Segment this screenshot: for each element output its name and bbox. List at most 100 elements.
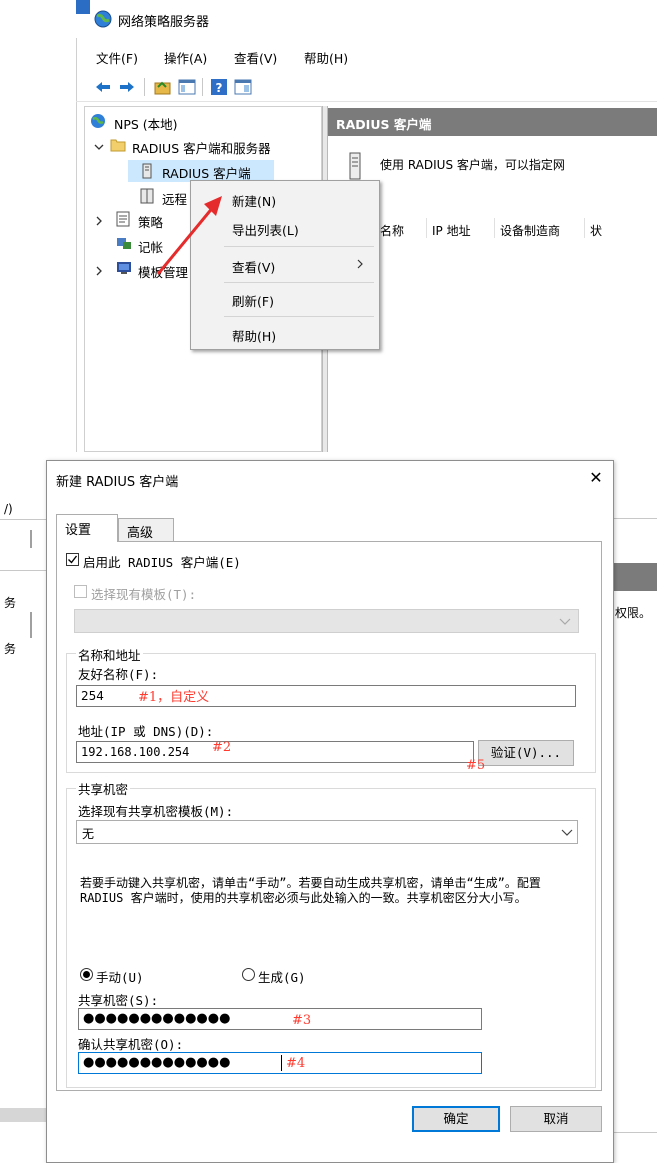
secret-template-label: 选择现有共享机密模板(M): (78, 804, 234, 819)
annotation-5: #5 (466, 758, 486, 773)
address-input[interactable]: 192.168.100.254 (76, 741, 474, 763)
ok-button-label: 确定 (443, 1111, 469, 1126)
use-template-label: 选择现有模板(T): (91, 587, 197, 602)
friendly-name-label: 友好名称(F): (78, 667, 159, 682)
shared-secret-value: ●●●●●●●●●●●●● (83, 1011, 231, 1026)
secret-template-value: 无 (82, 827, 95, 841)
chevron-right-icon[interactable] (94, 266, 104, 276)
folder-icon (110, 138, 126, 152)
help-icon[interactable]: ? (210, 78, 228, 96)
column-header-status[interactable]: 状 (590, 222, 602, 239)
forward-arrow-icon[interactable] (118, 78, 136, 96)
tab-advanced-label: 高级 (127, 526, 154, 541)
ok-button[interactable]: 确定 (412, 1106, 500, 1132)
cancel-button-label: 取消 (543, 1111, 569, 1126)
use-template-checkbox[interactable] (74, 585, 87, 598)
template-select[interactable] (74, 609, 579, 633)
toolbar-separator (202, 78, 203, 96)
tab-advanced[interactable]: 高级 (118, 518, 174, 541)
bg-fragment: 务 (4, 642, 17, 656)
toolbar-separator (144, 78, 145, 96)
annotation-1: #1，自定义 (138, 690, 210, 705)
bg-line (614, 518, 657, 519)
bg-statusbar (0, 1108, 46, 1122)
context-separator (224, 282, 374, 283)
annotation-arrow-icon (150, 190, 230, 280)
generate-radio[interactable] (242, 968, 255, 981)
bg-line (30, 612, 32, 638)
detail-header: RADIUS 客户端 (328, 108, 657, 136)
detail-description: 使用 RADIUS 客户端，可以指定网 (380, 158, 565, 172)
client-device-icon (140, 163, 154, 179)
generate-radio-label: 生成(G) (258, 970, 306, 985)
radio-selected-dot (83, 971, 90, 978)
bg-fragment: /) (4, 502, 13, 516)
menu-view[interactable]: 查看(V) (234, 48, 277, 67)
secret-template-select[interactable]: 无 (76, 820, 578, 844)
menu-action[interactable]: 操作(A) (164, 48, 207, 67)
tree-item-radius-group[interactable]: RADIUS 客户端和服务器 (132, 138, 271, 157)
submenu-arrow-icon (356, 258, 364, 270)
app-corner-icon (76, 0, 90, 14)
desktop-strip (0, 0, 76, 452)
verify-button[interactable]: 验证(V)... (478, 740, 574, 766)
cancel-button[interactable]: 取消 (510, 1106, 602, 1132)
chevron-right-icon[interactable] (94, 216, 104, 226)
context-item-export[interactable]: 导出列表(L) (232, 220, 299, 239)
name-address-group-label: 名称和地址 (76, 645, 143, 664)
client-device-large-icon (348, 152, 362, 180)
column-header-ip[interactable]: IP 地址 (432, 222, 471, 239)
bg-line (614, 1132, 657, 1133)
column-header-vendor[interactable]: 设备制造商 (500, 222, 560, 239)
column-divider (584, 218, 585, 238)
manual-radio-label: 手动(U) (96, 970, 144, 985)
column-header-name[interactable]: 名称 (380, 222, 404, 239)
nps-globe-icon (94, 10, 112, 28)
policy-icon (116, 211, 130, 227)
bg-header-bar (614, 563, 657, 591)
shared-secret-input[interactable]: ●●●●●●●●●●●●● (78, 1008, 482, 1030)
enable-client-checkbox[interactable] (66, 553, 79, 566)
confirm-secret-value: ●●●●●●●●●●●●● (83, 1055, 231, 1070)
chevron-down-icon[interactable] (94, 142, 104, 152)
tab-settings[interactable]: 设置 (56, 514, 118, 542)
shared-secret-group-label: 共享机密 (76, 779, 131, 798)
properties-pane-icon[interactable] (234, 78, 252, 96)
accounting-icon (116, 236, 132, 250)
close-icon[interactable]: ✕ (584, 466, 608, 490)
bg-fragment: 务 (4, 596, 17, 610)
context-separator (224, 246, 374, 247)
enable-client-label: 启用此 RADIUS 客户端(E) (83, 555, 241, 570)
context-item-new[interactable]: 新建(N) (232, 191, 276, 210)
context-item-help[interactable]: 帮助(H) (232, 326, 276, 345)
bg-line (0, 519, 46, 520)
context-separator (224, 316, 374, 317)
back-arrow-icon[interactable] (94, 78, 112, 96)
tree-item-nps-root[interactable]: NPS (本地) (114, 114, 178, 133)
annotation-3: #3 (292, 1013, 312, 1028)
nps-root-icon (90, 113, 106, 129)
friendly-name-value: 254 (81, 689, 104, 703)
annotation-2: #2 (212, 740, 232, 755)
column-divider (426, 218, 427, 238)
manual-radio[interactable] (80, 968, 93, 981)
dialog-title: 新建 RADIUS 客户端 (56, 475, 179, 490)
chevron-down-icon (559, 618, 571, 626)
context-item-view[interactable]: 查看(V) (232, 257, 275, 276)
tab-settings-label: 设置 (65, 523, 92, 538)
context-item-refresh[interactable]: 刷新(F) (232, 291, 274, 310)
menu-file[interactable]: 文件(F) (96, 48, 138, 67)
annotation-4: #4 (286, 1056, 306, 1071)
confirm-secret-label: 确认共享机密(O): (78, 1037, 184, 1052)
column-divider (494, 218, 495, 238)
confirm-secret-input[interactable]: ●●●●●●●●●●●●● (78, 1052, 482, 1074)
show-hide-tree-icon[interactable] (178, 78, 196, 96)
text-cursor (281, 1055, 282, 1071)
template-icon (116, 261, 132, 275)
bg-line (0, 570, 46, 571)
menu-help[interactable]: 帮助(H) (304, 48, 348, 67)
up-folder-icon[interactable] (154, 78, 172, 96)
address-value: 192.168.100.254 (81, 745, 190, 759)
secret-help-text: 若要手动键入共享机密，请单击“手动”。若要自动生成共享机密，请单击“生成”。配置… (80, 876, 541, 905)
shared-secret-label: 共享机密(S): (78, 993, 159, 1008)
